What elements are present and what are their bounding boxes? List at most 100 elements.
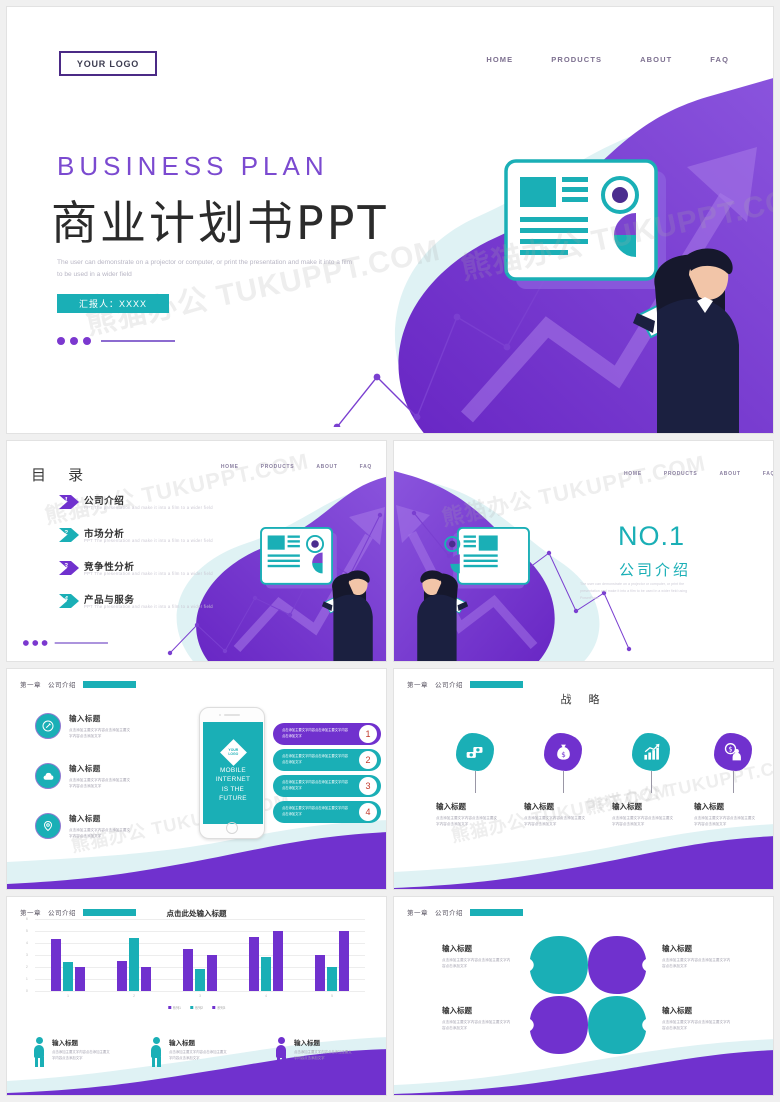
phone-tagline-line3: IS THE xyxy=(221,785,245,793)
nav-item-products[interactable]: PRODUCTS xyxy=(664,471,698,477)
chart-bars xyxy=(35,919,365,991)
chevron-arrow-icon: 1 xyxy=(59,495,79,509)
nav-item-about[interactable]: ABOUT xyxy=(719,471,740,477)
feature-title: 输入标题 xyxy=(69,764,101,773)
y-axis-tick: 5 xyxy=(26,929,28,933)
chapter-bar: 第一章 公司介绍 xyxy=(407,679,523,689)
light-teal-blob xyxy=(394,476,600,661)
chart-bar xyxy=(129,938,139,991)
toc-item[interactable]: 3 竞争性分析 PPT The presentation and make it… xyxy=(59,559,249,592)
slide-cover[interactable]: 熊猫办公 TUKUPPT.COM 熊猫办公 TUKUPPT.COM YOUR L… xyxy=(6,6,774,434)
nav-item-faq[interactable]: FAQ xyxy=(360,464,372,470)
nav-item-home[interactable]: HOME xyxy=(221,464,239,470)
bar-group xyxy=(315,919,349,991)
bar-growth-icon xyxy=(632,733,670,771)
strategy-item[interactable]: 输入标题 点击添加主要文字内容点击添加主要文字内容点击添加文字 xyxy=(436,733,514,828)
strategy-item-title: 输入标题 xyxy=(612,802,642,811)
strategy-item[interactable]: $ 输入标题 点击添加主要文字内容点击添加主要文字内容点击添加文字 xyxy=(694,733,772,828)
chart-bar xyxy=(249,937,259,991)
bar-group xyxy=(249,919,283,991)
toc-item-number: 1 xyxy=(64,497,68,504)
y-axis-tick: 4 xyxy=(26,941,28,945)
slide-table-of-contents[interactable]: 熊猫办公 TUKUPPT.COM HOME PRODUCTS ABOUT FAQ… xyxy=(6,440,387,662)
chapter-bar: 第一章 公司介绍 xyxy=(20,907,136,917)
people-stat-item[interactable]: 输入标题 点击添加主要文字内容点击添加主要文字内容点击添加文字 xyxy=(33,1037,110,1067)
slide-section-divider[interactable]: 熊猫办公 TUKUPPT.COM HOME PRODUCTS ABOUT FAQ… xyxy=(393,440,774,662)
x-axis-tick: 3 xyxy=(199,994,201,998)
strategy-item[interactable]: $ 输入标题 点击添加主要文字内容点击添加主要文字内容点击添加文字 xyxy=(524,733,602,828)
y-axis-tick: 0 xyxy=(26,989,28,993)
slide-four-blocks[interactable]: 第一章 公司介绍 输入标题 点击添加主要文字内容点击添加主要文字内容点击添加文字… xyxy=(393,896,774,1096)
petal-shape-purple xyxy=(588,936,646,994)
cloud-icon xyxy=(35,763,61,789)
slide-strategy[interactable]: 熊猫办公 TUKUPPT.COM 熊猫办公 TUKUPPT.COM 第一章 公司… xyxy=(393,668,774,890)
arrow-graphic xyxy=(396,505,538,649)
nav-item-home[interactable]: HOME xyxy=(486,55,513,64)
cover-description: The user can demonstrate on a projector … xyxy=(57,259,353,279)
chart-bar xyxy=(75,967,85,991)
watermark: 熊猫办公 TUKUPPT.COM xyxy=(458,178,774,287)
cover-eyebrow: BUSINESS PLAN xyxy=(57,151,329,181)
nav-item-products[interactable]: PRODUCTS xyxy=(261,464,295,470)
feature-item[interactable]: 输入标题 点击添加主要文字内容点击添加主要文字内容点击添加文字 xyxy=(35,813,131,840)
phone-logo-diamond: YOUR LOGO xyxy=(219,739,247,766)
chapter-accent-bar xyxy=(83,680,136,688)
stem-line xyxy=(474,771,476,793)
x-axis-tick: 4 xyxy=(265,994,267,998)
phone-speaker-icon xyxy=(224,714,240,716)
info-block[interactable]: 输入标题 点击添加主要文字内容点击添加主要文字内容点击添加文字 xyxy=(442,943,512,970)
logo-text: YOUR LOGO xyxy=(76,58,140,69)
node-polyline-graphic xyxy=(411,510,632,652)
strategy-item-body: 点击添加主要文字内容点击添加主要文字内容点击添加文字 xyxy=(694,816,756,827)
toc-item[interactable]: 4 产品与服务 PPT The presentation and make it… xyxy=(59,592,249,625)
phone-home-button-icon xyxy=(226,822,238,834)
top-navigation[interactable]: HOME PRODUCTS ABOUT FAQ xyxy=(221,464,372,470)
bar-chart-plot: 0 1 2 3 4 5 6 1 2 3 4 5 xyxy=(26,917,365,998)
nav-item-faq[interactable]: FAQ xyxy=(763,471,773,477)
info-block[interactable]: 输入标题 点击添加主要文字内容点击添加主要文字内容点击添加文字 xyxy=(442,1005,512,1032)
nav-item-products[interactable]: PRODUCTS xyxy=(551,55,602,64)
numbered-pill[interactable]: 点击添加主要文字内容点击添加主要文字内容点击添加文字 2 xyxy=(273,749,381,771)
money-bag-icon: $ xyxy=(544,733,582,771)
info-block-body: 点击添加主要文字内容点击添加主要文字内容点击添加文字 xyxy=(662,958,731,969)
stem-line xyxy=(562,771,564,793)
chart-bar xyxy=(339,931,349,991)
toc-item[interactable]: 2 市场分析 PPT The presentation and make it … xyxy=(59,526,249,559)
nav-item-home[interactable]: HOME xyxy=(624,471,642,477)
bar-group xyxy=(183,919,217,991)
info-block[interactable]: 输入标题 点击添加主要文字内容点击添加主要文字内容点击添加文字 xyxy=(662,943,732,970)
phone-tagline: MOBILE INTERNET IS THE FUTURE xyxy=(216,766,250,803)
slide-mobile-features[interactable]: 熊猫办公 TUKUPPT.COM 第一章 公司介绍 输入标题 点击添加主要文字内… xyxy=(6,668,387,890)
strategy-item-body: 点击添加主要文字内容点击添加主要文字内容点击添加文字 xyxy=(436,816,498,827)
nav-item-faq[interactable]: FAQ xyxy=(710,55,729,64)
people-stat-item[interactable]: 输入标题 点击添加主要文字内容点击添加主要文字内容点击添加文字 xyxy=(275,1037,352,1067)
top-navigation[interactable]: HOME PRODUCTS ABOUT FAQ xyxy=(624,471,773,477)
nav-item-about[interactable]: ABOUT xyxy=(640,55,672,64)
slide-bar-chart[interactable]: 第一章 公司介绍 点击此处输入标题 0123456 12345 系列1 系列2 系列… xyxy=(6,896,387,1096)
legend-label: 系列3 xyxy=(217,1006,226,1010)
legend-entry: 系列2 xyxy=(189,1005,203,1010)
chapter-bar: 第一章 公司介绍 xyxy=(407,907,523,917)
people-stat-body: 点击添加主要文字内容点击添加主要文字内容点击添加文字 xyxy=(169,1050,227,1060)
x-axis-tick: 1 xyxy=(67,994,69,998)
info-block[interactable]: 输入标题 点击添加主要文字内容点击添加主要文字内容点击添加文字 xyxy=(662,1005,732,1032)
numbered-pill[interactable]: 点击添加主要文字内容点击添加主要文字内容点击添加文字 3 xyxy=(273,775,381,797)
money-stack-icon xyxy=(456,733,494,771)
people-stat-item[interactable]: 输入标题 点击添加主要文字内容点击添加主要文字内容点击添加文字 xyxy=(150,1037,227,1067)
numbered-pill[interactable]: 点击添加主要文字内容点击添加主要文字内容点击添加文字 1 xyxy=(273,723,381,745)
nav-item-about[interactable]: ABOUT xyxy=(316,464,337,470)
top-navigation[interactable]: HOME PRODUCTS ABOUT FAQ xyxy=(486,55,729,64)
logo-box[interactable]: YOUR LOGO xyxy=(59,51,157,76)
toc-item[interactable]: 1 公司介绍 PPT The presentation and make it … xyxy=(59,493,249,526)
presenter-badge-label: 汇报人：XXXX xyxy=(78,299,147,309)
strategy-item[interactable]: 输入标题 点击添加主要文字内容点击添加主要文字内容点击添加文字 xyxy=(612,733,690,828)
phone-tagline-line4: FUTURE xyxy=(219,794,247,802)
chapter-number: 第一章 xyxy=(407,910,428,917)
info-block-body: 点击添加主要文字内容点击添加主要文字内容点击添加文字 xyxy=(442,958,511,969)
feature-item[interactable]: 输入标题 点击添加主要文字内容点击添加主要文字内容点击添加文字 xyxy=(35,713,131,740)
info-block-body: 点击添加主要文字内容点击添加主要文字内容点击添加文字 xyxy=(662,1020,731,1031)
numbered-pill[interactable]: 点击添加主要文字内容点击添加主要文字内容点击添加文字 4 xyxy=(273,801,381,823)
people-stat-body: 点击添加主要文字内容点击添加主要文字内容点击添加文字 xyxy=(52,1050,110,1060)
chapter-name: 公司介绍 xyxy=(435,682,463,689)
feature-item[interactable]: 输入标题 点击添加主要文字内容点击添加主要文字内容点击添加文字 xyxy=(35,763,131,790)
